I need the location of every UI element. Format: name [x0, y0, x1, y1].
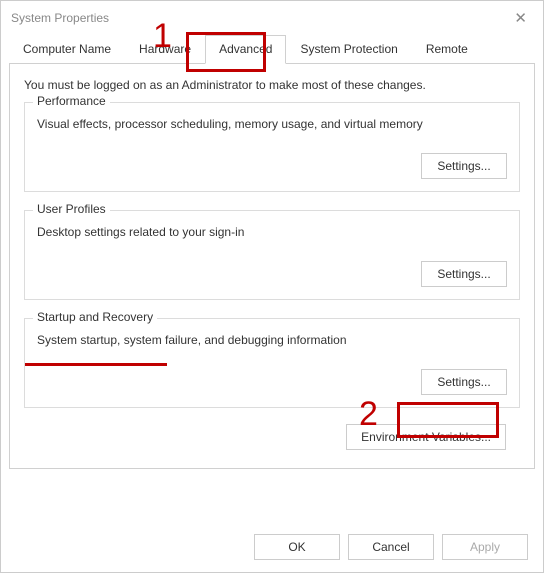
ok-button[interactable]: OK: [254, 534, 340, 560]
startup-recovery-settings-button[interactable]: Settings...: [421, 369, 507, 395]
user-profiles-settings-button[interactable]: Settings...: [421, 261, 507, 287]
groupbox-performance-title: Performance: [33, 94, 110, 108]
groupbox-user-profiles: User Profiles Desktop settings related t…: [24, 210, 520, 300]
titlebar: System Properties ✕: [1, 1, 543, 35]
groupbox-user-profiles-desc: Desktop settings related to your sign-in: [37, 225, 507, 239]
close-icon[interactable]: ✕: [510, 9, 531, 27]
groupbox-performance-desc: Visual effects, processor scheduling, me…: [37, 117, 507, 131]
dialog-button-row: OK Cancel Apply: [254, 534, 528, 560]
tab-strip: Computer Name Hardware Advanced System P…: [9, 35, 535, 63]
tab-hardware[interactable]: Hardware: [125, 35, 205, 63]
groupbox-startup-recovery-desc: System startup, system failure, and debu…: [37, 333, 507, 347]
tab-remote[interactable]: Remote: [412, 35, 482, 63]
intro-text: You must be logged on as an Administrato…: [24, 78, 520, 92]
cancel-button[interactable]: Cancel: [348, 534, 434, 560]
groupbox-startup-recovery: Startup and Recovery System startup, sys…: [24, 318, 520, 408]
tab-advanced[interactable]: Advanced: [205, 35, 286, 64]
apply-button: Apply: [442, 534, 528, 560]
tab-system-protection[interactable]: System Protection: [286, 35, 411, 63]
window-title: System Properties: [11, 11, 109, 25]
groupbox-startup-recovery-title: Startup and Recovery: [33, 310, 157, 324]
groupbox-performance: Performance Visual effects, processor sc…: [24, 102, 520, 192]
performance-settings-button[interactable]: Settings...: [421, 153, 507, 179]
environment-variables-button[interactable]: Environment Variables...: [346, 424, 506, 450]
tab-content-advanced: You must be logged on as an Administrato…: [9, 63, 535, 469]
tab-computer-name[interactable]: Computer Name: [9, 35, 125, 63]
groupbox-user-profiles-title: User Profiles: [33, 202, 110, 216]
